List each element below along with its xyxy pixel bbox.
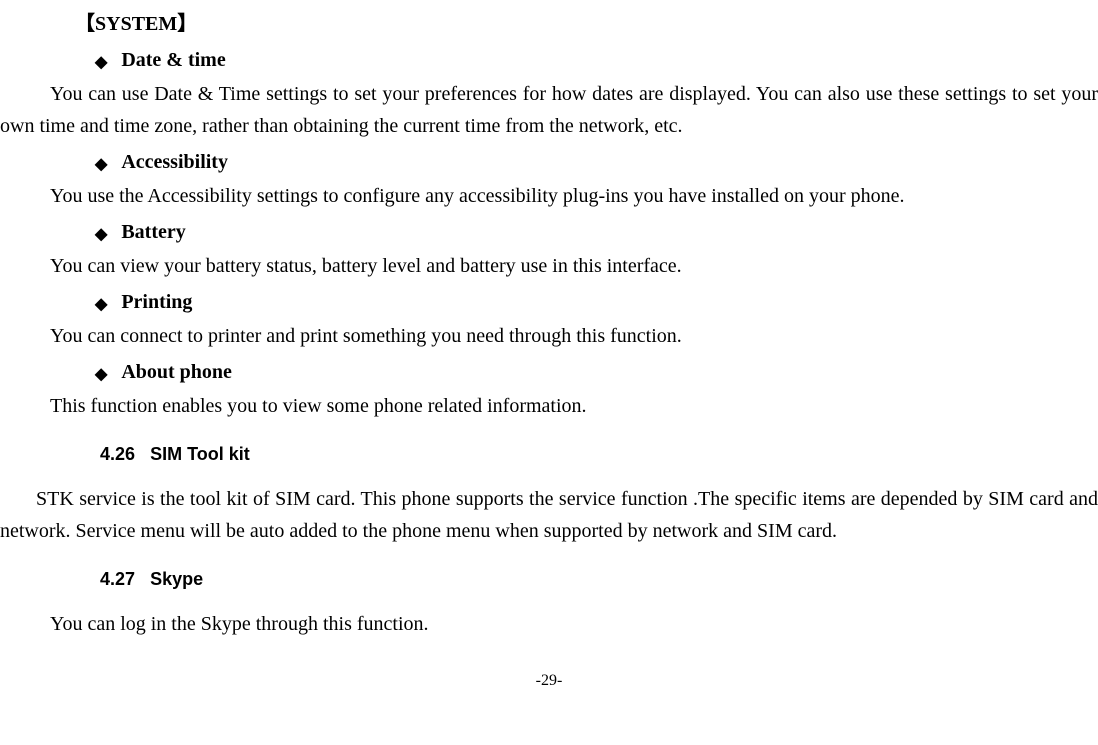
diamond-icon: ◆ [95, 227, 107, 243]
bullet-heading: ◆ Printing [95, 286, 1098, 318]
numbered-heading: 4.26 SIM Tool kit [100, 440, 1098, 469]
bullet-title: Accessibility [121, 146, 228, 178]
body-paragraph: STK service is the tool kit of SIM card.… [0, 483, 1098, 547]
body-paragraph: You can use Date & Time settings to set … [0, 78, 1098, 142]
item-accessibility: ◆ Accessibility You use the Accessibilit… [0, 146, 1098, 212]
bullet-heading: ◆ About phone [95, 356, 1098, 388]
bullet-heading: ◆ Accessibility [95, 146, 1098, 178]
item-about-phone: ◆ About phone This function enables you … [0, 356, 1098, 422]
diamond-icon: ◆ [95, 297, 107, 313]
bullet-title: Battery [121, 216, 185, 248]
page-number: -29- [0, 668, 1098, 694]
section-header: 【SYSTEM】 [75, 8, 1098, 40]
heading-number: 4.27 [100, 569, 135, 589]
bullet-heading: ◆ Date & time [95, 44, 1098, 76]
diamond-icon: ◆ [95, 157, 107, 173]
item-printing: ◆ Printing You can connect to printer an… [0, 286, 1098, 352]
body-paragraph: This function enables you to view some p… [0, 390, 1098, 422]
item-battery: ◆ Battery You can view your battery stat… [0, 216, 1098, 282]
numbered-heading: 4.27 Skype [100, 565, 1098, 594]
bullet-heading: ◆ Battery [95, 216, 1098, 248]
item-date-time: ◆ Date & time You can use Date & Time se… [0, 44, 1098, 142]
body-paragraph: You can view your battery status, batter… [0, 250, 1098, 282]
body-paragraph: You can connect to printer and print som… [0, 320, 1098, 352]
body-paragraph: You use the Accessibility settings to co… [0, 180, 1098, 212]
diamond-icon: ◆ [95, 55, 107, 71]
body-paragraph: You can log in the Skype through this fu… [0, 608, 1098, 640]
heading-title: Skype [150, 569, 203, 589]
bullet-title: About phone [121, 356, 232, 388]
section-sim-tool-kit: 4.26 SIM Tool kit STK service is the too… [0, 440, 1098, 547]
bullet-title: Date & time [121, 44, 225, 76]
heading-number: 4.26 [100, 444, 135, 464]
heading-title: SIM Tool kit [150, 444, 250, 464]
bullet-title: Printing [121, 286, 192, 318]
section-skype: 4.27 Skype You can log in the Skype thro… [0, 565, 1098, 640]
document-page: 【SYSTEM】 ◆ Date & time You can use Date … [0, 8, 1098, 693]
diamond-icon: ◆ [95, 367, 107, 383]
